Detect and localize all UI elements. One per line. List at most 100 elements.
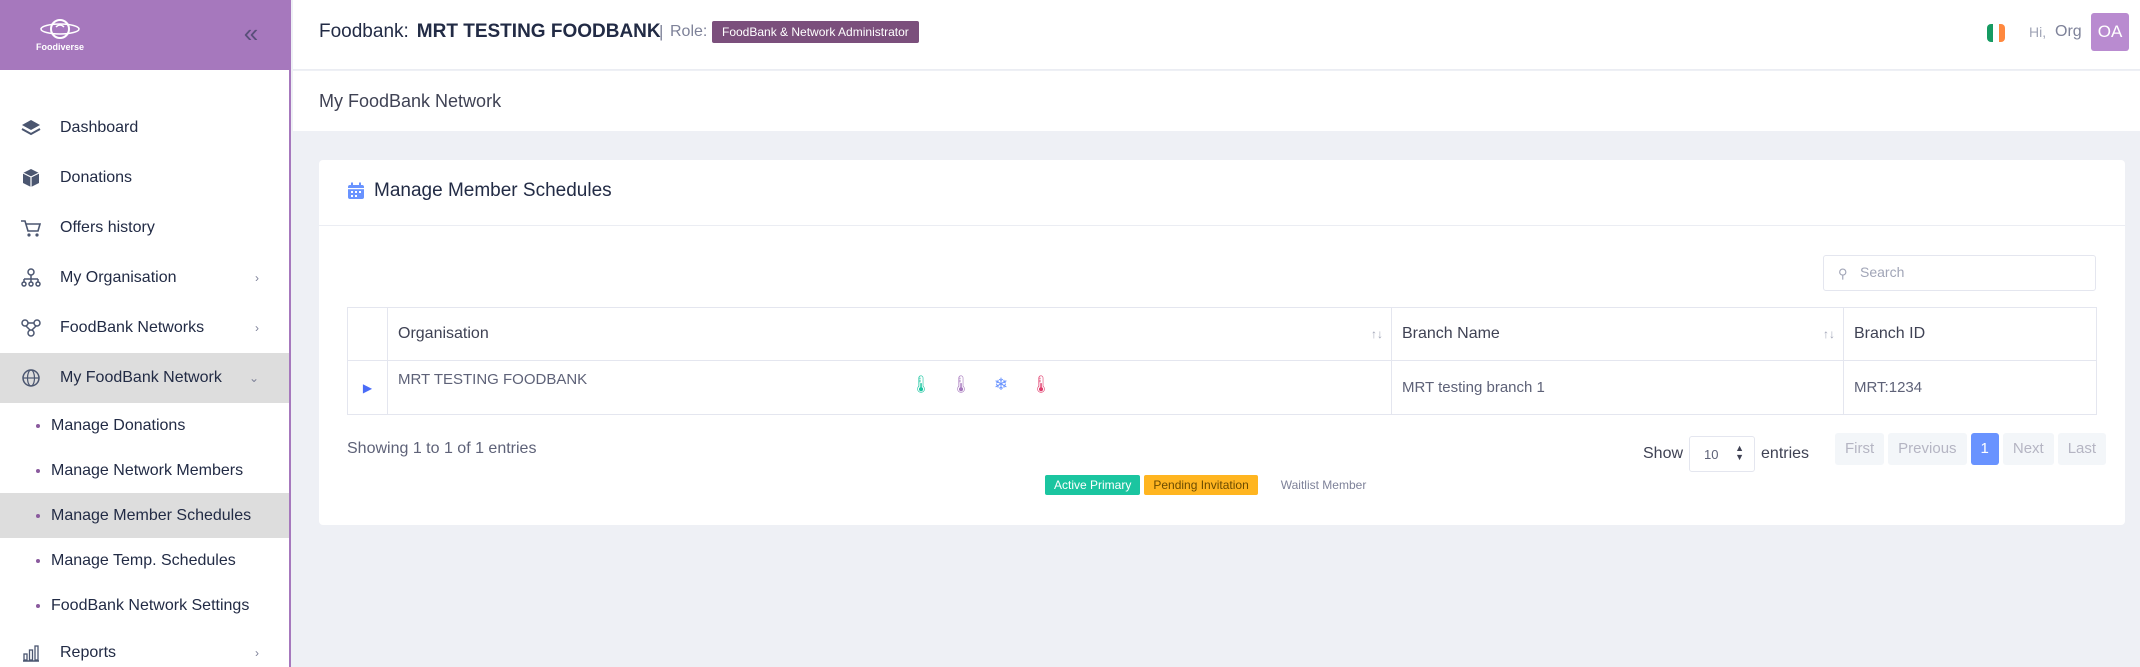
network-icon bbox=[20, 317, 42, 339]
waitlist-member-badge: Waitlist Member bbox=[1280, 478, 1367, 492]
sidebar-item-donations[interactable]: Donations bbox=[0, 153, 289, 203]
select-arrows-icon: ▲ ▼ bbox=[1735, 443, 1745, 462]
sidebar-item-label: My Organisation bbox=[60, 269, 177, 286]
thermometer-freeze-icon[interactable]: ❄ bbox=[990, 375, 1012, 395]
chevron-right-icon: › bbox=[255, 321, 259, 335]
sidebar-item-foodbank-networks[interactable]: FoodBank Networks › bbox=[0, 303, 289, 353]
role-badge: FoodBank & Network Administrator bbox=[712, 21, 919, 43]
chevron-down-icon: ⌄ bbox=[248, 371, 259, 385]
sidebar-subitem-label: Manage Temp. Schedules bbox=[51, 551, 236, 569]
sidebar-subitem-manage-temp-schedules[interactable]: Manage Temp. Schedules bbox=[0, 538, 289, 583]
search-icon: ⚲ bbox=[1838, 266, 1848, 281]
greeting: Hi, bbox=[2029, 24, 2047, 40]
search-input[interactable] bbox=[1860, 264, 2080, 280]
bullet-icon bbox=[36, 513, 40, 518]
column-header-organisation[interactable]: Organisation ↑↓ bbox=[387, 307, 1392, 361]
sidebar-item-my-foodbank-network[interactable]: My FoodBank Network ⌄ bbox=[0, 353, 289, 403]
card-title: Manage Member Schedules bbox=[374, 180, 612, 201]
sidebar-item-label: Donations bbox=[60, 169, 133, 186]
page-1-button[interactable]: 1 bbox=[1970, 433, 1999, 465]
sidebar-subitem-label: Manage Member Schedules bbox=[51, 506, 252, 524]
previous-page-button[interactable]: Previous bbox=[1888, 433, 1967, 465]
sidebar-item-label: Reports bbox=[60, 644, 117, 661]
entries-label: entries bbox=[1761, 445, 1810, 462]
chevron-right-icon: › bbox=[255, 271, 259, 285]
sidebar-subitem-manage-donations[interactable]: Manage Donations bbox=[0, 403, 289, 448]
sidebar-subitem-foodbank-network-settings[interactable]: FoodBank Network Settings bbox=[0, 583, 289, 628]
showing-entries-text: Showing 1 to 1 of 1 entries bbox=[347, 440, 537, 457]
page-length-control: Show 10 ▲ ▼ entries bbox=[1643, 436, 1809, 472]
avatar[interactable]: OA bbox=[2091, 13, 2129, 51]
bullet-icon bbox=[36, 423, 40, 428]
thermometer-minus-icon[interactable]: 🌡︎ bbox=[950, 375, 972, 395]
subheader: My FoodBank Network bbox=[293, 71, 2140, 131]
column-header-branch-name[interactable]: Branch Name ↑↓ bbox=[1391, 307, 1844, 361]
card-header: Manage Member Schedules bbox=[319, 160, 2125, 226]
table-row[interactable]: ▶ MRT TESTING FOODBANK 🌡︎ 🌡︎ ❄ 🌡︎ MRT te… bbox=[347, 360, 2097, 415]
table-header-row: Organisation ↑↓ Branch Name ↑↓ Branch ID bbox=[347, 307, 2097, 361]
globe-icon bbox=[20, 367, 42, 389]
sidebar-item-label: Dashboard bbox=[60, 119, 139, 136]
next-page-button[interactable]: Next bbox=[2002, 433, 2054, 465]
sidebar-subitem-manage-member-schedules[interactable]: Manage Member Schedules bbox=[0, 493, 289, 538]
user-name[interactable]: Org bbox=[2055, 23, 2082, 41]
page-title: My FoodBank Network bbox=[319, 91, 502, 111]
org-chart-icon bbox=[20, 267, 42, 289]
sidebar-item-dashboard[interactable]: Dashboard bbox=[0, 103, 289, 153]
foodbank-label: Foodbank: bbox=[319, 21, 409, 42]
first-page-button[interactable]: First bbox=[1835, 433, 1885, 465]
column-label: Organisation bbox=[398, 325, 489, 342]
bullet-icon bbox=[36, 468, 40, 473]
foodbank-name: MRT TESTING FOODBANK bbox=[416, 21, 661, 42]
branch-name-cell: MRT testing branch 1 bbox=[1391, 360, 1844, 415]
column-label: Branch Name bbox=[1402, 325, 1500, 342]
top-header: Foodbank: MRT TESTING FOODBANK | Role: Fo… bbox=[293, 0, 2140, 70]
branch-id-cell: MRT:1234 bbox=[1843, 360, 2097, 415]
organisation-name: MRT TESTING FOODBANK bbox=[398, 371, 588, 388]
expand-row-icon[interactable]: ▶ bbox=[347, 360, 388, 415]
sort-icon[interactable]: ↑↓ bbox=[1823, 327, 1835, 341]
entries-value: 10 bbox=[1704, 447, 1719, 462]
sidebar-subitem-label: FoodBank Network Settings bbox=[51, 596, 250, 614]
active-primary-badge: Active Primary bbox=[1045, 475, 1141, 495]
logo-text: Foodiverse bbox=[35, 42, 84, 52]
sidebar-subitem-label: Manage Donations bbox=[51, 416, 186, 434]
role-label: Role: bbox=[670, 23, 708, 40]
sidebar-subitem-manage-network-members[interactable]: Manage Network Members bbox=[0, 448, 289, 493]
collapse-sidebar-icon[interactable]: « bbox=[236, 18, 266, 48]
sidebar-item-label: Offers history bbox=[60, 219, 155, 236]
bar-chart-icon bbox=[20, 642, 42, 664]
cart-icon bbox=[20, 217, 42, 239]
schedules-table: Organisation ↑↓ Branch Name ↑↓ Branch ID… bbox=[347, 307, 2097, 415]
schedules-card: Manage Member Schedules ⚲ Organisation ↑… bbox=[319, 160, 2125, 525]
pagination: First Previous 1 Next Last bbox=[1835, 433, 2110, 465]
foodbank-title: Foodbank: MRT TESTING FOODBANK bbox=[319, 21, 661, 43]
calendar-icon bbox=[348, 182, 364, 199]
box-icon bbox=[20, 167, 42, 189]
chevron-right-icon: › bbox=[255, 646, 259, 660]
sidebar-item-reports[interactable]: Reports › bbox=[0, 628, 289, 667]
organisation-cell: MRT TESTING FOODBANK 🌡︎ 🌡︎ ❄ 🌡︎ bbox=[387, 360, 1392, 415]
temperature-icons: 🌡︎ 🌡︎ ❄ 🌡︎ bbox=[910, 375, 1052, 395]
search-box[interactable]: ⚲ bbox=[1823, 255, 2096, 291]
logo-icon bbox=[40, 19, 80, 39]
sort-icon[interactable]: ↑↓ bbox=[1371, 327, 1383, 341]
thermometer-ambient-icon[interactable]: 🌡︎ bbox=[1030, 375, 1052, 395]
entries-select[interactable]: 10 ▲ ▼ bbox=[1689, 436, 1756, 472]
sidebar-item-label: FoodBank Networks bbox=[60, 319, 205, 336]
column-label: Branch ID bbox=[1854, 325, 1926, 342]
foodiverse-logo[interactable]: Foodiverse bbox=[30, 14, 90, 54]
sidebar-item-my-organisation[interactable]: My Organisation › bbox=[0, 253, 289, 303]
thermometer-plus-icon[interactable]: 🌡︎ bbox=[910, 375, 932, 395]
layers-icon bbox=[20, 117, 42, 139]
sidebar-item-label: My FoodBank Network bbox=[60, 369, 222, 386]
header-separator: | bbox=[659, 22, 664, 41]
sidebar: Foodiverse « Dashboard Donations Offers … bbox=[0, 0, 291, 667]
column-header-branch-id: Branch ID bbox=[1843, 307, 2097, 361]
status-legend: Active Primary Pending Invitation Waitli… bbox=[1045, 475, 1379, 495]
sidebar-subitem-label: Manage Network Members bbox=[51, 461, 244, 479]
sidebar-nav: Dashboard Donations Offers history My Or… bbox=[0, 103, 289, 667]
language-flag-icon[interactable] bbox=[1987, 24, 2005, 42]
last-page-button[interactable]: Last bbox=[2057, 433, 2107, 465]
sidebar-item-offers-history[interactable]: Offers history bbox=[0, 203, 289, 253]
